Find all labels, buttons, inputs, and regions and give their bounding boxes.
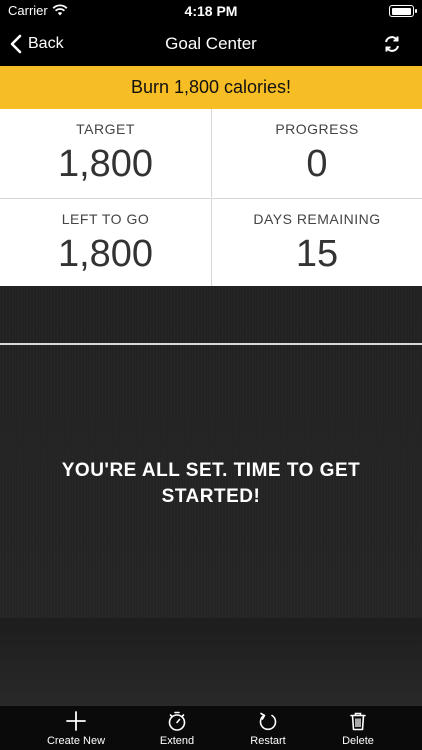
stat-days-remaining: DAYS REMAINING 15 — [211, 198, 422, 286]
refresh-button[interactable] — [382, 34, 402, 54]
stat-label: PROGRESS — [275, 121, 359, 137]
tab-label: Restart — [250, 735, 286, 747]
goal-banner: Burn 1,800 calories! — [0, 66, 422, 109]
stat-value: 1,800 — [57, 233, 154, 275]
bottom-toolbar: Create New Extend Restart Delete — [0, 706, 422, 750]
chevron-left-icon — [10, 34, 22, 54]
stat-target: TARGET 1,800 — [0, 109, 211, 197]
refresh-icon — [382, 36, 402, 58]
shelf-background — [0, 618, 422, 706]
status-time: 4:18 PM — [184, 3, 238, 19]
stats-grid: TARGET 1,800 PROGRESS 0 LEFT TO GO 1,800… — [0, 109, 422, 286]
tab-label: Create New — [46, 735, 106, 747]
stat-left-to-go: LEFT TO GO 1,800 — [0, 198, 211, 286]
stat-value: 0 — [306, 143, 328, 185]
stat-value: 15 — [295, 233, 339, 275]
navigation-bar: Back Goal Center — [0, 22, 422, 66]
stat-progress: PROGRESS 0 — [211, 109, 422, 197]
stat-label: LEFT TO GO — [61, 211, 150, 227]
back-label: Back — [28, 35, 64, 52]
battery-icon — [389, 5, 417, 17]
progress-area: YOU'RE ALL SET. TIME TO GET STARTED! — [0, 286, 422, 706]
tab-label: Extend — [159, 735, 195, 747]
create-new-button[interactable]: Create New — [31, 710, 121, 747]
trash-icon — [313, 710, 403, 732]
stat-label: TARGET — [76, 121, 135, 137]
back-button[interactable]: Back — [10, 31, 64, 57]
stat-value: 1,800 — [57, 143, 154, 185]
restart-icon — [223, 710, 313, 732]
delete-button[interactable]: Delete — [313, 710, 403, 747]
status-bar: Carrier 4:18 PM — [0, 0, 422, 22]
tab-label: Delete — [342, 735, 374, 747]
divider — [0, 343, 422, 345]
plus-icon — [31, 710, 121, 732]
stopwatch-icon — [132, 710, 222, 732]
stat-label: DAYS REMAINING — [253, 211, 381, 227]
extend-button[interactable]: Extend — [132, 710, 222, 747]
restart-button[interactable]: Restart — [223, 710, 313, 747]
status-message: YOU'RE ALL SET. TIME TO GET STARTED! — [61, 460, 361, 507]
